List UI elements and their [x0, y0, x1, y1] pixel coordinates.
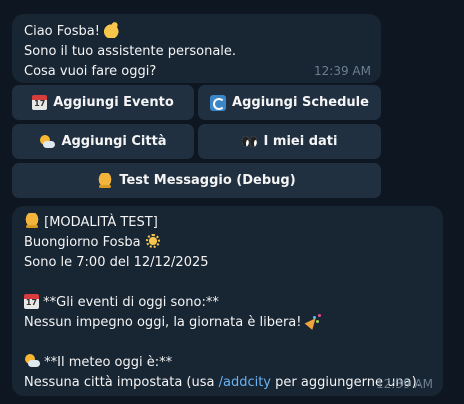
add-event-button[interactable]: Aggiungi Evento — [12, 85, 194, 120]
message-line: Nessun impegno oggi, la giornata è liber… — [24, 313, 431, 333]
message-line: [MODALITÀ TEST] — [24, 213, 431, 233]
my-data-label: I miei dati — [263, 134, 338, 149]
test-message-label: Test Messaggio (Debug) — [119, 173, 296, 188]
party-popper-icon — [306, 313, 322, 329]
add-schedule-button[interactable]: Aggiungi Schedule — [198, 85, 381, 120]
message-line: Nessuna città impostata (usa /addcity pe… — [24, 375, 421, 390]
sun-behind-cloud-icon — [39, 134, 56, 150]
calendar-icon — [32, 95, 48, 110]
refresh-icon — [210, 94, 227, 111]
add-schedule-label: Aggiungi Schedule — [232, 95, 369, 110]
sun-icon — [144, 233, 161, 249]
message-line: Ciao Fosba! — [24, 22, 369, 42]
message-bubble-daily-report: [MODALITÀ TEST] Buongiorno Fosba Sono le… — [12, 206, 443, 396]
message-timestamp: 12:39 AM — [376, 377, 433, 391]
add-city-label: Aggiungi Città — [61, 134, 167, 149]
sun-behind-cloud-icon — [24, 353, 40, 369]
message-line: **Il meteo oggi è:** — [24, 353, 431, 373]
eyes-icon — [241, 134, 258, 150]
message-line: Buongiorno Fosba — [24, 233, 431, 253]
waving-hand-icon — [104, 22, 121, 38]
add-event-label: Aggiungi Evento — [53, 95, 174, 110]
bell-icon — [24, 213, 40, 229]
addcity-command-link[interactable]: /addcity — [219, 375, 271, 390]
test-message-button[interactable]: Test Messaggio (Debug) — [12, 163, 381, 198]
chat-area: Ciao Fosba! Sono il tuo assistente perso… — [0, 0, 464, 404]
message-line: Sono le 7:00 del 12/12/2025 — [24, 255, 209, 270]
message-line: Sono il tuo assistente personale. — [24, 44, 237, 59]
message-bubble-welcome: Ciao Fosba! Sono il tuo assistente perso… — [12, 14, 381, 83]
bell-icon — [97, 172, 114, 189]
add-city-button[interactable]: Aggiungi Città — [12, 124, 194, 159]
my-data-button[interactable]: I miei dati — [198, 124, 381, 159]
message-line: **Gli eventi di oggi sono:** — [24, 293, 431, 313]
message-timestamp: 12:39 AM — [314, 64, 371, 78]
calendar-icon — [24, 294, 39, 309]
